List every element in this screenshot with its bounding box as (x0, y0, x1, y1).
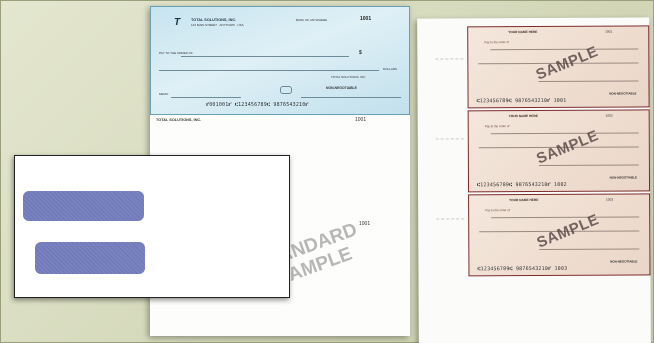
check-number: 1001 (605, 29, 613, 34)
memo-line (171, 97, 241, 98)
dollar-sign: $ (359, 50, 362, 56)
stub-company-name: TOTAL SOLUTIONS, INC. (156, 118, 202, 122)
business-check-3: YOUR NAME HERE 1003 Pay to the order of … (468, 193, 651, 277)
envelope-window-bottom (35, 242, 145, 274)
non-negotiable-label: NON-NEGOTIABLE (609, 91, 637, 96)
bank-name: BANK OF ANYWHERE (296, 18, 328, 22)
envelope-window-top (23, 191, 144, 221)
stub-check-number: 1001 (355, 117, 367, 123)
signature-line (301, 97, 401, 98)
check-owner: YOUR NAME HERE (509, 197, 539, 203)
non-negotiable-label: NON-NEGOTIABLE (609, 175, 637, 180)
check-owner: YOUR NAME HERE (508, 113, 538, 119)
payee-line (181, 56, 349, 57)
padlock-icon (280, 86, 292, 94)
pay-to-label: Pay to the order of (485, 208, 510, 213)
pay-to-label: Pay to the order of (484, 40, 509, 45)
company-name: TOTAL SOLUTIONS, INC. (191, 18, 237, 22)
micr-line: ⑈001001⑈ ⑆123456789⑆ 9876543210⑈ (206, 102, 309, 108)
check-number: 1001 (360, 16, 372, 22)
business-check-1: YOUR NAME HERE 1001 Pay to the order of … (467, 25, 650, 109)
stub-line (436, 218, 465, 220)
micr-line: ⑆123456789⑆ 9876543210⑈ 1001 (476, 97, 567, 105)
dollars-label: DOLLARS (383, 67, 398, 71)
product-showcase: YOUR NAME HERE 1001 Pay to the order of … (0, 0, 654, 343)
company-signature-name: TOTAL SOLUTIONS, INC. (331, 75, 367, 79)
micr-line: ⑆123456789⑆ 9876543210⑈ 1003 (477, 265, 568, 273)
left-stub-area (425, 18, 465, 343)
non-negotiable-label: NON-NEGOTIABLE (610, 259, 638, 264)
signature-line (539, 248, 640, 250)
payee-line (490, 48, 639, 51)
pay-to-label: Pay to the order of (484, 124, 510, 129)
payee-line (491, 216, 640, 219)
three-per-page-checks: YOUR NAME HERE 1001 Pay to the order of … (417, 17, 651, 343)
signature-line (538, 164, 639, 166)
micr-line: ⑆123456789⑆ 9876543210⑈ 1002 (476, 181, 567, 189)
check-owner: YOUR NAME HERE (508, 29, 538, 35)
stub-line (435, 138, 464, 140)
non-negotiable-label: NON-NEGOTIABLE (326, 86, 357, 90)
pay-to-label: PAY TO THE ORDER OF (159, 51, 193, 55)
double-window-envelope (14, 155, 290, 298)
company-address: 123 MAIN STREET · ANYTOWN · USA (191, 23, 244, 27)
amount-line (159, 70, 379, 71)
standard-check: T TOTAL SOLUTIONS, INC. 123 MAIN STREET … (150, 6, 410, 115)
company-logo: T (174, 17, 180, 28)
memo-label: MEMO (159, 92, 169, 96)
business-check-2: YOUR NAME HERE 1002 Pay to the order of … (467, 109, 651, 193)
stub-line (435, 58, 464, 60)
signature-line (538, 80, 639, 82)
stub-check-number: 1001 (359, 221, 371, 227)
check-number: 1002 (605, 113, 613, 118)
check-number: 1003 (605, 197, 614, 202)
payee-line (490, 132, 639, 135)
